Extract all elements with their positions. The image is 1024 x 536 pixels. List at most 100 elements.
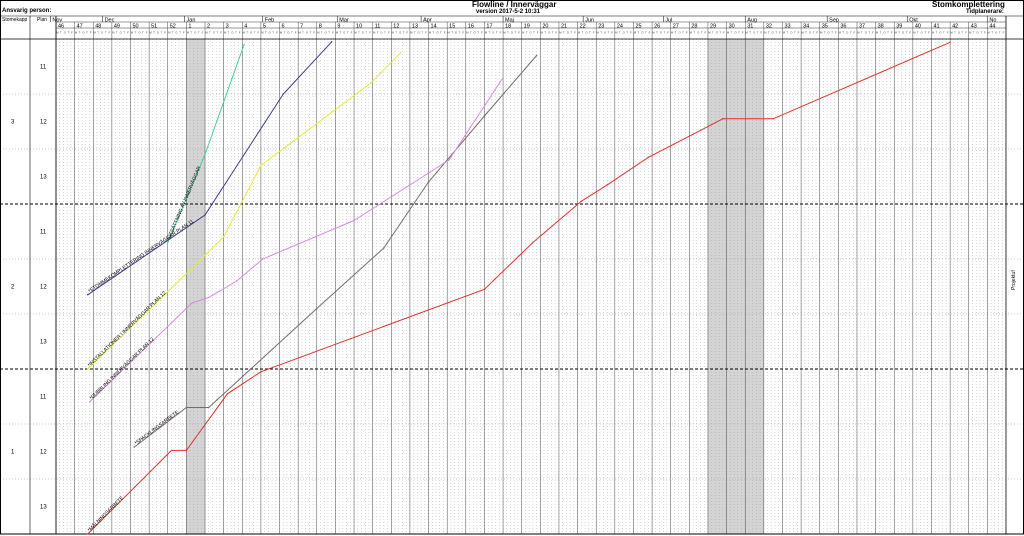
month-label: Jul — [665, 18, 672, 24]
week-label: 18 — [505, 24, 511, 30]
series-point — [189, 269, 191, 271]
week-label: 34 — [803, 24, 809, 30]
day-label: T — [116, 31, 118, 35]
week-label: 5 — [263, 24, 266, 30]
day-label: O — [604, 31, 607, 35]
day-label: O — [213, 31, 216, 35]
day-label: T — [962, 31, 964, 35]
day-label: T — [533, 31, 535, 35]
month-label: Feb — [265, 18, 274, 24]
series-point — [243, 43, 245, 46]
day-label: T — [626, 31, 628, 35]
day-label: F — [518, 31, 520, 35]
day-label: M — [317, 31, 320, 35]
day-label: M — [298, 31, 301, 35]
day-label: M — [690, 31, 693, 35]
day-label: O — [455, 31, 458, 35]
week-label: 19 — [524, 24, 530, 30]
day-label: O — [641, 31, 644, 35]
day-label: T — [265, 31, 267, 35]
day-label: O — [790, 31, 793, 35]
week-label: 41 — [933, 24, 939, 30]
day-label: F — [146, 31, 148, 35]
day-label: T — [235, 31, 237, 35]
day-label: O — [231, 31, 234, 35]
day-label: O — [734, 31, 737, 35]
day-label: F — [760, 31, 762, 35]
day-label: O — [883, 31, 886, 35]
series-line — [87, 41, 951, 535]
day-label: F — [611, 31, 613, 35]
day-label: M — [671, 31, 674, 35]
day-label: O — [492, 31, 495, 35]
week-label: 37 — [859, 24, 865, 30]
series-point — [282, 93, 284, 95]
day-label: M — [261, 31, 264, 35]
series-point — [226, 393, 229, 395]
series-line — [89, 77, 504, 403]
week-label: 44 — [989, 24, 995, 30]
day-label: T — [366, 31, 368, 35]
day-label: M — [56, 31, 59, 35]
day-label: F — [481, 31, 483, 35]
week-label: 24 — [617, 24, 623, 30]
series-point — [448, 159, 450, 161]
day-label: O — [678, 31, 681, 35]
day-label: F — [779, 31, 781, 35]
floor-label: 12 — [40, 120, 47, 126]
day-label: T — [861, 31, 863, 35]
day-label: F — [742, 31, 744, 35]
day-label: M — [75, 31, 78, 35]
day-label: F — [500, 31, 502, 35]
day-label: T — [302, 31, 304, 35]
day-label: F — [705, 31, 707, 35]
floor-label: 13 — [40, 175, 47, 181]
day-label: O — [157, 31, 160, 35]
day-label: T — [991, 31, 993, 35]
day-label: M — [913, 31, 916, 35]
day-label: T — [384, 31, 386, 35]
series-point — [399, 52, 402, 54]
day-label: T — [917, 31, 919, 35]
series-point — [383, 247, 385, 249]
day-label: T — [216, 31, 218, 35]
day-label: T — [813, 31, 815, 35]
day-label: T — [496, 31, 498, 35]
day-label: O — [194, 31, 197, 35]
floor-label: 13 — [40, 505, 47, 511]
day-label: M — [746, 31, 749, 35]
day-label: T — [805, 31, 807, 35]
week-label: 20 — [542, 24, 548, 30]
day-label: M — [950, 31, 953, 35]
series-point — [606, 184, 609, 186]
day-label: F — [71, 31, 73, 35]
day-label: M — [839, 31, 842, 35]
day-label: M — [596, 31, 599, 35]
day-label: O — [753, 31, 756, 35]
day-label: T — [693, 31, 695, 35]
day-label: T — [254, 31, 256, 35]
day-label: F — [556, 31, 558, 35]
series-point — [502, 76, 504, 79]
day-label: M — [522, 31, 525, 35]
day-label: O — [958, 31, 961, 35]
day-label: T — [794, 31, 796, 35]
series-point — [483, 115, 486, 117]
day-label: T — [86, 31, 88, 35]
day-label: T — [228, 31, 230, 35]
week-label: 3 — [226, 24, 229, 30]
day-label: O — [250, 31, 253, 35]
day-label: F — [462, 31, 464, 35]
day-label: T — [570, 31, 572, 35]
day-label: T — [246, 31, 248, 35]
day-label: T — [395, 31, 397, 35]
week-label: 4 — [244, 24, 247, 30]
week-label: 1 — [188, 24, 191, 30]
day-label: T — [198, 31, 200, 35]
day-label: T — [738, 31, 740, 35]
floor-label: 11 — [40, 230, 47, 236]
day-label: T — [600, 31, 602, 35]
day-label: T — [433, 31, 435, 35]
series-point — [316, 307, 318, 310]
day-label: O — [343, 31, 346, 35]
